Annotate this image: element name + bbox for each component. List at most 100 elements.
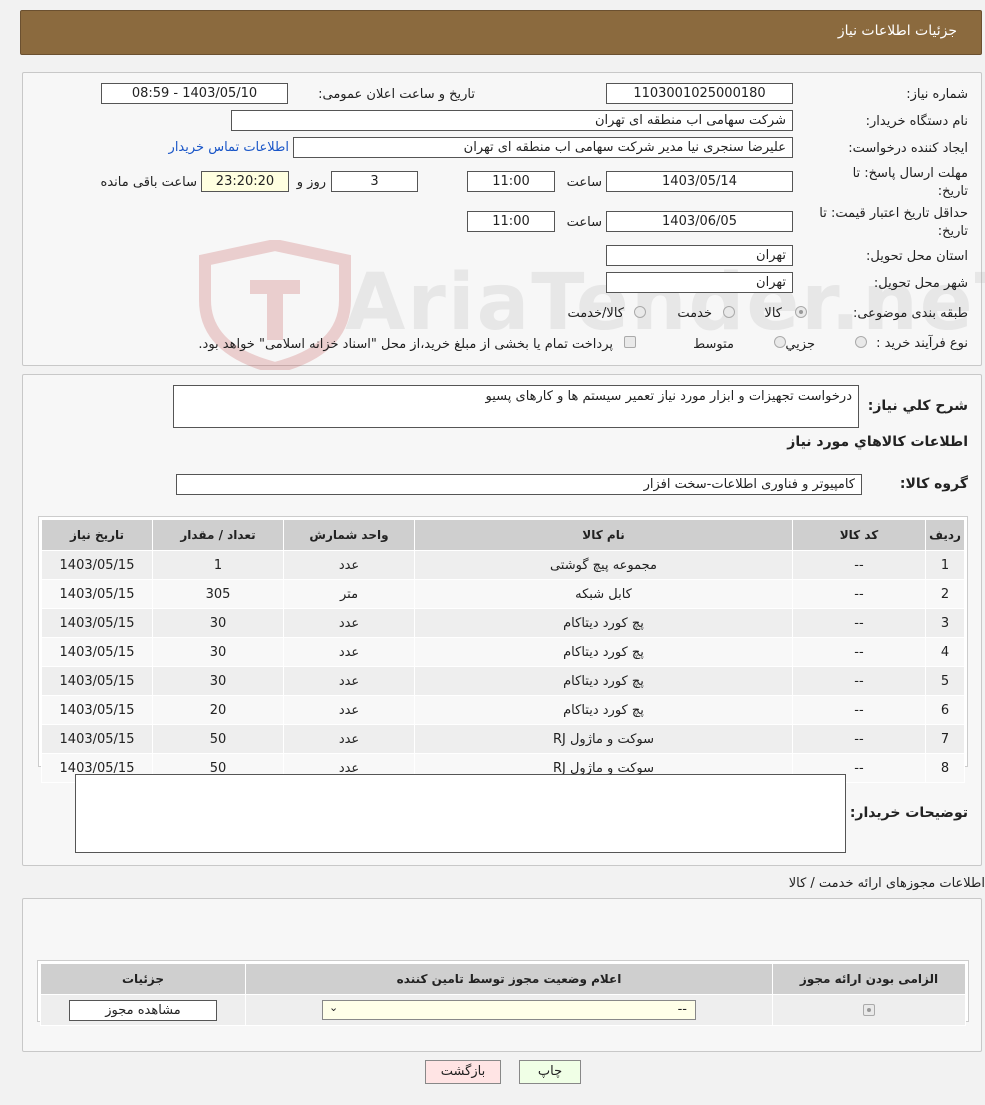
cell-name: کابل شبکه bbox=[414, 579, 793, 609]
process-small-label: جزیي bbox=[785, 337, 815, 352]
cell-date: 1403/05/15 bbox=[41, 608, 153, 638]
process-note: پرداخت تمام یا بخشی از مبلغ خرید،از محل … bbox=[198, 337, 613, 352]
cell-row: 6 bbox=[925, 695, 965, 725]
buyer-notes-label: توضیحات خریدار: bbox=[849, 805, 968, 821]
city-field: تهران bbox=[606, 272, 793, 293]
city-label: شهر محل تحویل: bbox=[873, 276, 968, 291]
permit-status-select[interactable]: -- ⌄ bbox=[322, 1000, 696, 1020]
cell-unit: عدد bbox=[283, 724, 415, 754]
cell-name: پچ کورد دیتاکام bbox=[414, 666, 793, 696]
need-description-label: شرح کلي نیاز: bbox=[867, 398, 968, 414]
permit-row: -- ⌄ مشاهده مجوز bbox=[40, 994, 966, 1026]
permits-table-header: الزامی بودن ارائه مجوز اعلام وضعیت مجوز … bbox=[40, 963, 966, 995]
goods-group-label: گروه کالا: bbox=[899, 476, 968, 492]
col-unit: واحد شمارش bbox=[283, 519, 415, 551]
process-label: نوع فرآیند خرید : bbox=[876, 336, 968, 351]
cell-code: -- bbox=[792, 550, 926, 580]
cell-name: پچ کورد دیتاکام bbox=[414, 608, 793, 638]
view-permit-button[interactable]: مشاهده مجوز bbox=[69, 999, 217, 1021]
category-label: طبقه بندی موضوعی: bbox=[852, 306, 968, 321]
category-goods-radio[interactable] bbox=[795, 306, 807, 318]
cell-code: -- bbox=[792, 724, 926, 754]
cell-row: 4 bbox=[925, 637, 965, 667]
cell-unit: عدد bbox=[283, 695, 415, 725]
goods-info-title: اطلاعات کالاهاي مورد نياز bbox=[787, 434, 968, 450]
cell-date: 1403/05/15 bbox=[41, 579, 153, 609]
cell-qty: 50 bbox=[152, 724, 284, 754]
cell-date: 1403/05/15 bbox=[41, 724, 153, 754]
permit-status-cell: -- ⌄ bbox=[245, 994, 773, 1026]
table-row: 7 -- سوکت و ماژول RJ عدد 50 1403/05/15 bbox=[41, 724, 965, 754]
table-row: 4 -- پچ کورد دیتاکام عدد 30 1403/05/15 bbox=[41, 637, 965, 667]
cell-unit: عدد bbox=[283, 666, 415, 696]
reply-deadline-label-2: تاریخ: bbox=[937, 184, 968, 199]
table-row: 1 -- مجموعه پیچ گوشتی عدد 1 1403/05/15 bbox=[41, 550, 965, 580]
print-button[interactable]: چاپ bbox=[519, 1060, 581, 1084]
cell-name: سوکت و ماژول RJ bbox=[414, 724, 793, 754]
permit-required-cell bbox=[772, 994, 966, 1026]
cell-qty: 30 bbox=[152, 608, 284, 638]
cell-date: 1403/05/15 bbox=[41, 666, 153, 696]
permits-table: الزامی بودن ارائه مجوز اعلام وضعیت مجوز … bbox=[37, 960, 969, 1026]
cell-row: 5 bbox=[925, 666, 965, 696]
process-medium-radio[interactable] bbox=[774, 336, 786, 348]
cell-row: 7 bbox=[925, 724, 965, 754]
days-label: روز و bbox=[296, 175, 326, 190]
buyer-org-field: شرکت سهامی اب منطقه ای تهران bbox=[231, 110, 793, 131]
category-goods-label: کالا bbox=[764, 306, 782, 321]
province-field: تهران bbox=[606, 245, 793, 266]
creator-field: علیرضا سنجری نیا مدیر شرکت سهامی اب منطق… bbox=[293, 137, 793, 158]
cell-unit: عدد bbox=[283, 637, 415, 667]
col-code: کد کالا bbox=[792, 519, 926, 551]
price-validity-label-2: تاریخ: bbox=[937, 224, 968, 239]
goods-table-header: ردیف کد کالا نام کالا واحد شمارش تعداد /… bbox=[41, 519, 965, 551]
cell-qty: 1 bbox=[152, 550, 284, 580]
category-both-label: کالا/خدمت bbox=[567, 306, 624, 321]
cell-qty: 20 bbox=[152, 695, 284, 725]
page-header: جزئیات اطلاعات نیاز bbox=[20, 10, 982, 55]
buyer-contact-link[interactable]: اطلاعات تماس خریدار bbox=[169, 140, 289, 155]
price-time-field: 11:00 bbox=[467, 211, 555, 232]
remaining-time-field: 23:20:20 bbox=[201, 171, 289, 192]
price-date-field: 1403/06/05 bbox=[606, 211, 793, 232]
reply-date-field: 1403/05/14 bbox=[606, 171, 793, 192]
cell-row: 2 bbox=[925, 579, 965, 609]
cell-name: پچ کورد دیتاکام bbox=[414, 637, 793, 667]
col-row: ردیف bbox=[925, 519, 965, 551]
reply-time-field: 11:00 bbox=[467, 171, 555, 192]
col-qty: تعداد / مقدار bbox=[152, 519, 284, 551]
process-small-radio[interactable] bbox=[855, 336, 867, 348]
cell-row: 3 bbox=[925, 608, 965, 638]
buyer-notes-textarea[interactable] bbox=[75, 774, 846, 853]
cell-code: -- bbox=[792, 637, 926, 667]
col-date: تاریخ نیاز bbox=[41, 519, 153, 551]
cell-date: 1403/05/15 bbox=[41, 550, 153, 580]
need-description-textarea[interactable]: درخواست تجهیزات و ابزار مورد نیاز تعمیر … bbox=[173, 385, 859, 428]
goods-grid: ردیف کد کالا نام کالا واحد شمارش تعداد /… bbox=[41, 519, 965, 783]
announce-label: تاریخ و ساعت اعلان عمومی: bbox=[318, 87, 475, 102]
table-row: 3 -- پچ کورد دیتاکام عدد 30 1403/05/15 bbox=[41, 608, 965, 638]
need-number-field: 1103001025000180 bbox=[606, 83, 793, 104]
announce-field: 1403/05/10 - 08:59 bbox=[101, 83, 288, 104]
table-row: 2 -- کابل شبکه متر 305 1403/05/15 bbox=[41, 579, 965, 609]
permits-section-title: اطلاعات مجوزهای ارائه خدمت / کالا bbox=[788, 876, 985, 891]
cell-code: -- bbox=[792, 579, 926, 609]
cell-name: مجموعه پیچ گوشتی bbox=[414, 550, 793, 580]
process-treasury-checkbox[interactable] bbox=[624, 336, 636, 348]
cell-qty: 305 bbox=[152, 579, 284, 609]
permit-details-cell: مشاهده مجوز bbox=[40, 994, 246, 1026]
cell-unit: عدد bbox=[283, 550, 415, 580]
goods-group-field: کامپیوتر و فناوری اطلاعات-سخت افزار bbox=[176, 474, 862, 495]
cell-unit: عدد bbox=[283, 608, 415, 638]
remaining-time-label: ساعت باقی مانده bbox=[100, 175, 197, 190]
permit-required-checkbox bbox=[863, 1004, 875, 1016]
cell-qty: 30 bbox=[152, 637, 284, 667]
permit-status-value: -- bbox=[677, 1002, 687, 1017]
cell-code: -- bbox=[792, 666, 926, 696]
back-button[interactable]: بازگشت bbox=[425, 1060, 501, 1084]
table-row: 5 -- پچ کورد دیتاکام عدد 30 1403/05/15 bbox=[41, 666, 965, 696]
cell-unit: متر bbox=[283, 579, 415, 609]
price-time-label: ساعت bbox=[566, 215, 602, 230]
category-service-radio[interactable] bbox=[723, 306, 735, 318]
category-both-radio[interactable] bbox=[634, 306, 646, 318]
